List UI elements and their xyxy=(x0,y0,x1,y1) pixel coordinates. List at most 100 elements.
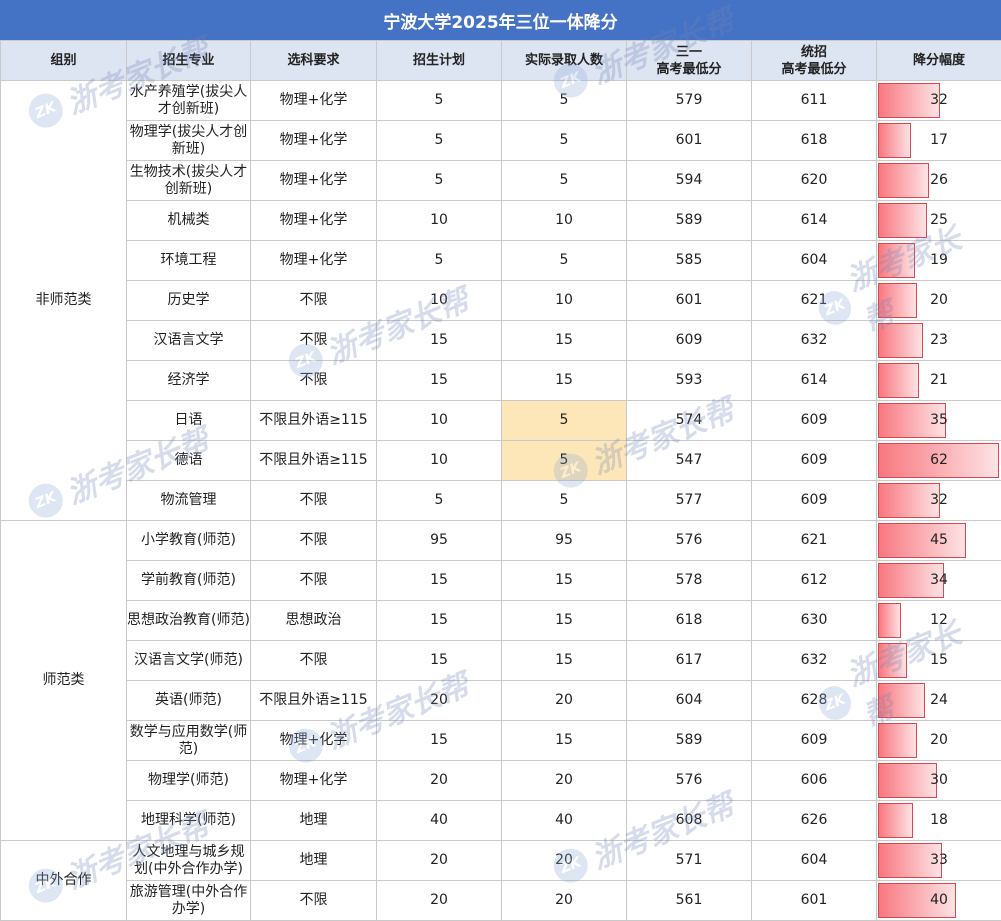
plan-cell: 15 xyxy=(376,720,502,761)
drop-cell: 33 xyxy=(876,840,1001,881)
table-row: 日语 不限且外语≥115 10 5 574 609 35 xyxy=(1,400,1001,441)
subject-cell: 不限 xyxy=(250,360,377,401)
sanyi-min-cell: 578 xyxy=(626,560,752,601)
table-row: 物理学(师范) 物理+化学 20 20 576 606 30 xyxy=(1,760,1001,801)
drop-cell: 24 xyxy=(876,680,1001,721)
tongzhao-min-cell: 618 xyxy=(751,120,877,161)
major-cell: 思想政治教育(师范) xyxy=(126,600,251,641)
plan-cell: 15 xyxy=(376,600,502,641)
major-cell: 德语 xyxy=(126,440,251,481)
major-cell: 经济学 xyxy=(126,360,251,401)
subject-cell: 思想政治 xyxy=(250,600,377,641)
tongzhao-min-cell: 621 xyxy=(751,280,877,321)
tongzhao-min-cell: 612 xyxy=(751,560,877,601)
drop-value: 15 xyxy=(930,652,948,668)
admitted-cell: 15 xyxy=(501,320,627,361)
drop-cell: 26 xyxy=(876,160,1001,201)
tongzhao-min-cell: 630 xyxy=(751,600,877,641)
sanyi-min-cell: 604 xyxy=(626,680,752,721)
drop-cell: 18 xyxy=(876,800,1001,841)
drop-bar xyxy=(878,363,919,398)
drop-value: 17 xyxy=(930,132,948,148)
major-cell: 环境工程 xyxy=(126,240,251,281)
subject-cell: 不限且外语≥115 xyxy=(250,680,377,721)
sanyi-min-cell: 576 xyxy=(626,520,752,561)
table-row: 物流管理 不限 5 5 577 609 32 xyxy=(1,480,1001,521)
drop-cell: 19 xyxy=(876,240,1001,281)
sanyi-min-cell: 594 xyxy=(626,160,752,201)
subject-cell: 物理+化学 xyxy=(250,720,377,761)
tongzhao-min-cell: 628 xyxy=(751,680,877,721)
plan-cell: 15 xyxy=(376,320,502,361)
admitted-cell: 20 xyxy=(501,760,627,801)
admitted-cell: 5 xyxy=(501,240,627,281)
major-cell: 学前教育(师范) xyxy=(126,560,251,601)
major-cell: 物理学(师范) xyxy=(126,760,251,801)
drop-bar xyxy=(878,323,923,358)
drop-cell: 12 xyxy=(876,600,1001,641)
major-cell: 小学教育(师范) xyxy=(126,520,251,561)
sanyi-min-cell: 601 xyxy=(626,280,752,321)
plan-cell: 20 xyxy=(376,760,502,801)
header-subject: 选科要求 xyxy=(250,40,377,81)
subject-cell: 不限且外语≥115 xyxy=(250,440,377,481)
plan-cell: 10 xyxy=(376,400,502,441)
sanyi-min-cell: 579 xyxy=(626,80,752,121)
major-cell: 汉语言文学(师范) xyxy=(126,640,251,681)
admitted-cell: 15 xyxy=(501,720,627,761)
subject-cell: 物理+化学 xyxy=(250,760,377,801)
tongzhao-min-cell: 620 xyxy=(751,160,877,201)
subject-cell: 不限 xyxy=(250,520,377,561)
sanyi-min-cell: 589 xyxy=(626,720,752,761)
admitted-cell: 5 xyxy=(501,120,627,161)
subject-cell: 不限 xyxy=(250,280,377,321)
drop-cell: 32 xyxy=(876,80,1001,121)
table-row: 汉语言文学(师范) 不限 15 15 617 632 15 xyxy=(1,640,1001,681)
sanyi-min-cell: 561 xyxy=(626,880,752,921)
sanyi-min-cell: 576 xyxy=(626,760,752,801)
drop-value: 25 xyxy=(930,212,948,228)
major-cell: 物理学(拔尖人才创新班) xyxy=(126,120,251,161)
drop-bar xyxy=(878,163,929,198)
subject-cell: 不限 xyxy=(250,560,377,601)
group-cell: 非师范类 xyxy=(0,80,127,521)
drop-bar xyxy=(878,723,918,758)
admitted-cell: 20 xyxy=(501,880,627,921)
header-plan: 招生计划 xyxy=(376,40,502,81)
header-drop: 降分幅度 xyxy=(876,40,1001,81)
drop-value: 32 xyxy=(930,92,948,108)
major-cell: 英语(师范) xyxy=(126,680,251,721)
major-cell: 地理科学(师范) xyxy=(126,800,251,841)
plan-cell: 20 xyxy=(376,680,502,721)
major-cell: 旅游管理(中外合作办学) xyxy=(126,880,251,921)
tongzhao-min-cell: 606 xyxy=(751,760,877,801)
drop-cell: 20 xyxy=(876,720,1001,761)
tongzhao-min-cell: 621 xyxy=(751,520,877,561)
major-cell: 生物技术(拔尖人才创新班) xyxy=(126,160,251,201)
plan-cell: 10 xyxy=(376,280,502,321)
sanyi-min-cell: 547 xyxy=(626,440,752,481)
header-tongzhao-min: 统招 高考最低分 xyxy=(751,40,877,81)
tongzhao-min-cell: 601 xyxy=(751,880,877,921)
table-row: 经济学 不限 15 15 593 614 21 xyxy=(1,360,1001,401)
subject-cell: 物理+化学 xyxy=(250,200,377,241)
sanyi-min-cell: 571 xyxy=(626,840,752,881)
major-cell: 历史学 xyxy=(126,280,251,321)
tongzhao-min-cell: 609 xyxy=(751,440,877,481)
plan-cell: 5 xyxy=(376,160,502,201)
drop-cell: 62 xyxy=(876,440,1001,481)
plan-cell: 40 xyxy=(376,800,502,841)
drop-bar xyxy=(878,763,937,798)
drop-bar xyxy=(878,683,925,718)
subject-cell: 地理 xyxy=(250,800,377,841)
subject-cell: 物理+化学 xyxy=(250,160,377,201)
drop-cell: 15 xyxy=(876,640,1001,681)
sanyi-min-cell: 609 xyxy=(626,320,752,361)
drop-value: 26 xyxy=(930,172,948,188)
drop-cell: 20 xyxy=(876,280,1001,321)
subject-cell: 物理+化学 xyxy=(250,120,377,161)
drop-cell: 21 xyxy=(876,360,1001,401)
drop-value: 30 xyxy=(930,772,948,788)
table-header-row: 组别 招生专业 选科要求 招生计划 实际录取人数 三一 高考最低分 统招 高考最… xyxy=(0,40,1001,81)
table-row: 师范类 小学教育(师范) 不限 95 95 576 621 45 xyxy=(0,520,1001,841)
